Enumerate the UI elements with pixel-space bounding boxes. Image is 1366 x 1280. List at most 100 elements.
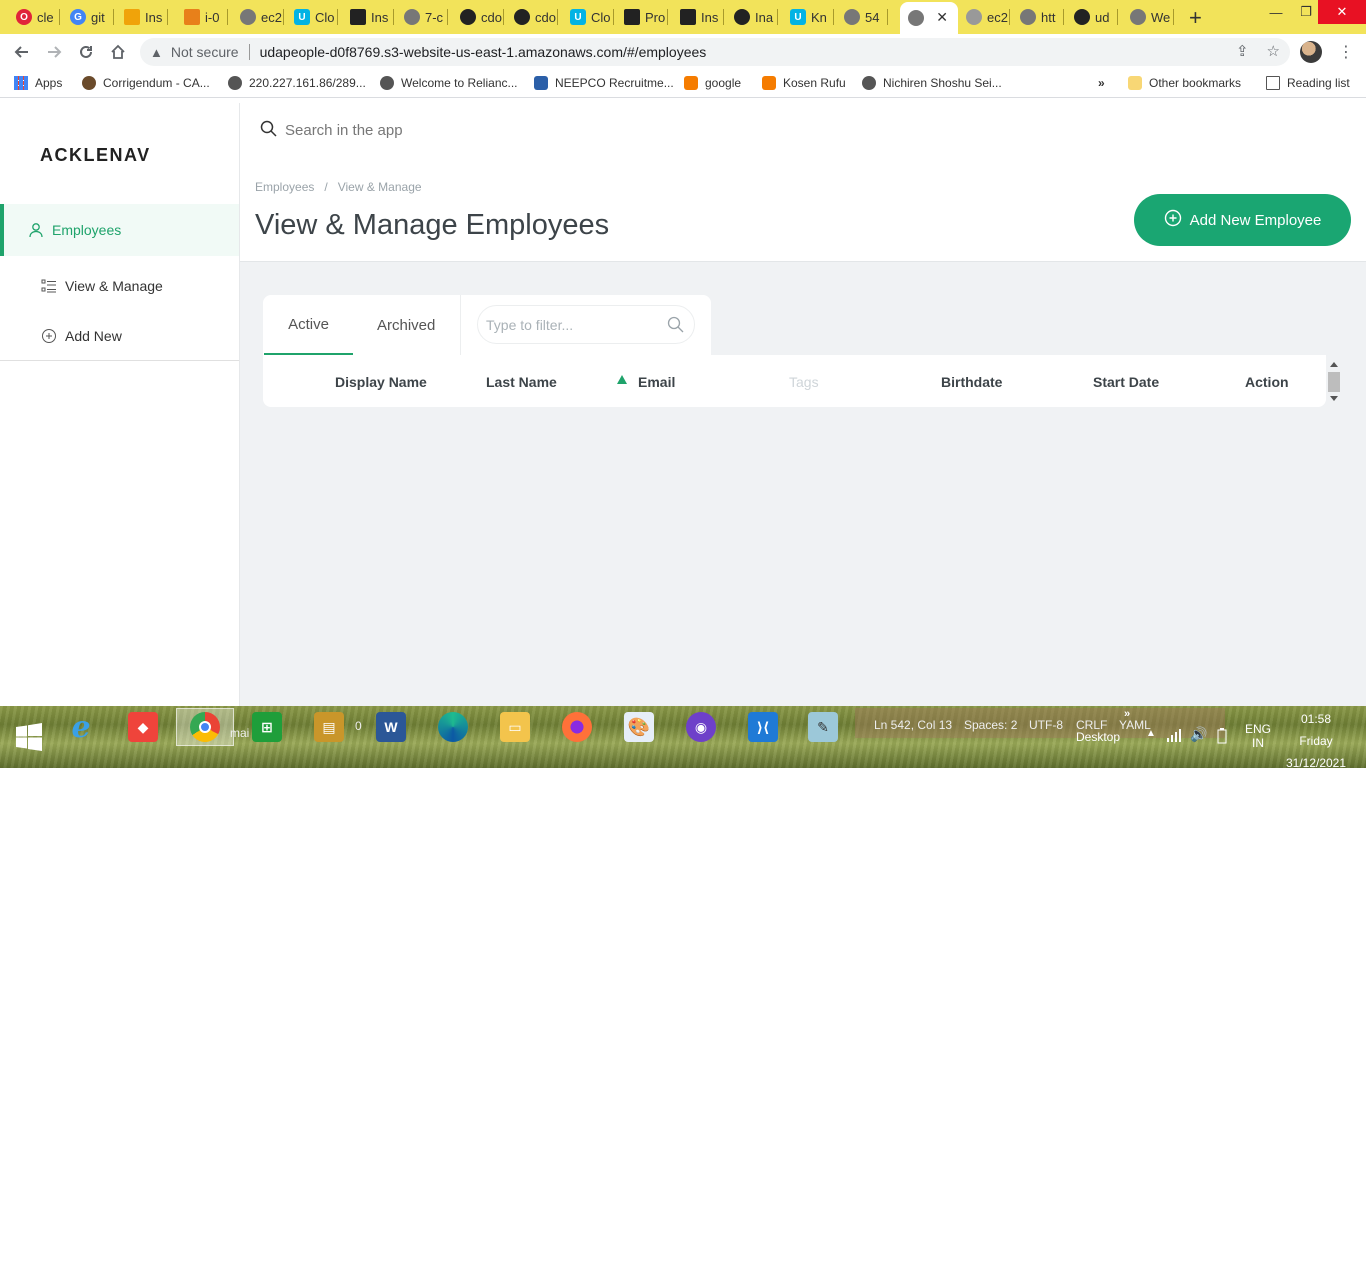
reload-icon[interactable] <box>74 40 98 64</box>
browser-tab-active[interactable]: ✕ <box>900 2 958 34</box>
taskbar-chrome[interactable] <box>176 708 234 746</box>
taskbar-word[interactable]: W <box>362 708 420 746</box>
column-display-name[interactable]: Display Name <box>335 374 427 390</box>
home-icon[interactable] <box>106 40 130 64</box>
bookmark-item[interactable]: NEEPCO Recruitme... <box>534 76 674 90</box>
breadcrumb-employees[interactable]: Employees <box>255 180 314 194</box>
taskbar-edge[interactable] <box>424 708 482 746</box>
column-last-name[interactable]: Last Name <box>486 374 557 390</box>
share-icon[interactable]: ⇪ <box>1236 42 1249 60</box>
bookmark-item[interactable]: 220.227.161.86/289... <box>228 76 366 90</box>
network-signal-icon[interactable] <box>1166 728 1182 745</box>
new-tab-plus-icon[interactable]: + <box>1189 5 1202 31</box>
breadcrumb-view-manage[interactable]: View & Manage <box>338 180 422 194</box>
profile-avatar[interactable] <box>1300 41 1322 63</box>
close-tab-icon[interactable]: ✕ <box>936 9 948 26</box>
browser-tab[interactable]: ud <box>1066 4 1118 30</box>
taskbar-explorer[interactable]: ▭ <box>486 708 544 746</box>
taskbar-notes[interactable]: ▤ <box>300 708 358 746</box>
filter-input[interactable]: Type to filter... <box>477 305 695 344</box>
browser-tab[interactable]: U Clo <box>286 4 338 30</box>
search-input[interactable]: Search in the app <box>285 122 403 139</box>
back-arrow-icon[interactable] <box>10 40 34 64</box>
bookmark-item[interactable]: Corrigendum - CA... <box>82 76 210 90</box>
sort-ascending-icon[interactable] <box>617 375 627 384</box>
github-icon <box>514 9 530 25</box>
browser-tab[interactable]: htt <box>1012 4 1064 30</box>
sidebar-item-employees[interactable]: Employees <box>0 204 239 256</box>
browser-tab[interactable]: U Kn <box>782 4 834 30</box>
taskbar-notepad[interactable]: ✎ <box>794 708 852 746</box>
address-bar[interactable]: ▲ Not secure udapeople-d0f8769.s3-websit… <box>140 38 1290 66</box>
browser-tab[interactable]: We <box>1122 4 1174 30</box>
vscode-status-position[interactable]: Ln 542, Col 13 <box>874 718 952 732</box>
tab-archived[interactable]: Archived <box>377 295 435 355</box>
add-new-employee-button[interactable]: Add New Employee <box>1134 194 1351 246</box>
bookmark-item[interactable]: Nichiren Shoshu Sei... <box>862 76 1002 90</box>
browser-tab[interactable]: Ins <box>342 4 394 30</box>
taskbar-vscode[interactable]: ⟩⟨ <box>734 708 792 746</box>
bookmark-item[interactable]: google <box>684 76 741 90</box>
browser-tab[interactable]: ec2 <box>232 4 284 30</box>
column-birthdate[interactable]: Birthdate <box>941 374 1002 390</box>
browser-tab[interactable]: Ocle <box>8 4 60 30</box>
more-menu-icon[interactable]: ⋮ <box>1338 42 1354 62</box>
taskbar-github-desktop[interactable]: ◉ <box>672 708 730 746</box>
table-scrollbar[interactable] <box>1326 358 1341 408</box>
taskbar-paint[interactable]: 🎨 <box>610 708 668 746</box>
other-bookmarks[interactable]: Other bookmarks <box>1128 76 1241 90</box>
battery-icon[interactable] <box>1214 728 1230 747</box>
browser-tab[interactable]: cdo <box>506 4 558 30</box>
language-indicator[interactable]: ENG IN <box>1244 722 1272 750</box>
column-start-date[interactable]: Start Date <box>1093 374 1159 390</box>
column-email[interactable]: Email <box>638 374 675 390</box>
browser-tab[interactable]: ec2 <box>958 4 1010 30</box>
forward-arrow-icon[interactable] <box>42 40 66 64</box>
taskbar-firefox[interactable] <box>548 708 606 746</box>
app-search[interactable]: Search in the app <box>260 120 403 141</box>
folder-icon <box>1128 76 1142 90</box>
scrollbar-thumb[interactable] <box>1328 372 1340 392</box>
bookmarks-bar: Apps Corrigendum - CA... 220.227.161.86/… <box>0 70 1366 98</box>
notes-icon: ▤ <box>314 712 344 742</box>
user-icon <box>28 222 44 238</box>
desktop-toolbar[interactable]: Desktop <box>1076 730 1120 744</box>
vscode-status-spaces[interactable]: Spaces: 2 <box>964 718 1017 732</box>
browser-tab[interactable]: Ins <box>672 4 724 30</box>
sidebar-item-add-new[interactable]: Add New <box>0 310 239 362</box>
bookmark-apps[interactable]: Apps <box>14 76 62 90</box>
terminal-icon <box>680 9 696 25</box>
browser-tab[interactable]: Pro <box>616 4 668 30</box>
browser-tab[interactable]: 7-c <box>396 4 448 30</box>
start-button[interactable] <box>0 718 58 756</box>
clock[interactable]: 01:58 Friday 31/12/2021 <box>1284 708 1348 768</box>
browser-tab[interactable]: 54 <box>836 4 888 30</box>
browser-tab[interactable]: cdo <box>452 4 504 30</box>
browser-tab[interactable]: Ina <box>726 4 778 30</box>
security-label[interactable]: Not secure <box>171 44 239 60</box>
browser-tab[interactable]: i-0 <box>176 4 228 30</box>
volume-icon[interactable]: 🔊 <box>1190 726 1207 743</box>
reading-list[interactable]: Reading list <box>1266 76 1350 90</box>
clock-day: Friday <box>1299 734 1333 748</box>
tab-active[interactable]: Active <box>264 295 353 355</box>
browser-tab[interactable]: U Clo <box>562 4 614 30</box>
taskbar-ie[interactable]: e <box>52 708 110 746</box>
scroll-up-arrow-icon[interactable] <box>1330 362 1338 367</box>
browser-tab[interactable]: Ggit <box>62 4 114 30</box>
url-text[interactable]: udapeople-d0f8769.s3-website-us-east-1.a… <box>260 44 707 60</box>
bookmark-item[interactable]: Kosen Rufu <box>762 76 846 90</box>
udacity-icon: U <box>294 9 310 25</box>
bookmarks-overflow-icon[interactable]: » <box>1098 76 1105 90</box>
sidebar-item-label: View & Manage <box>65 278 163 294</box>
bookmark-star-icon[interactable]: ☆ <box>1267 42 1280 60</box>
window-close-icon[interactable]: ✕ <box>1318 0 1366 24</box>
taskbar-anydesk[interactable]: ◆ <box>114 708 172 746</box>
bookmark-item[interactable]: Welcome to Relianc... <box>380 76 518 90</box>
desktop-chevron-icon[interactable]: » <box>1124 708 1130 720</box>
browser-tab[interactable]: Ins <box>116 4 168 30</box>
vscode-status-encoding[interactable]: UTF-8 <box>1029 718 1063 732</box>
sidebar-item-view-manage[interactable]: View & Manage <box>0 260 239 312</box>
scroll-down-arrow-icon[interactable] <box>1330 396 1338 401</box>
tray-expand-icon[interactable]: ▲ <box>1146 728 1156 739</box>
